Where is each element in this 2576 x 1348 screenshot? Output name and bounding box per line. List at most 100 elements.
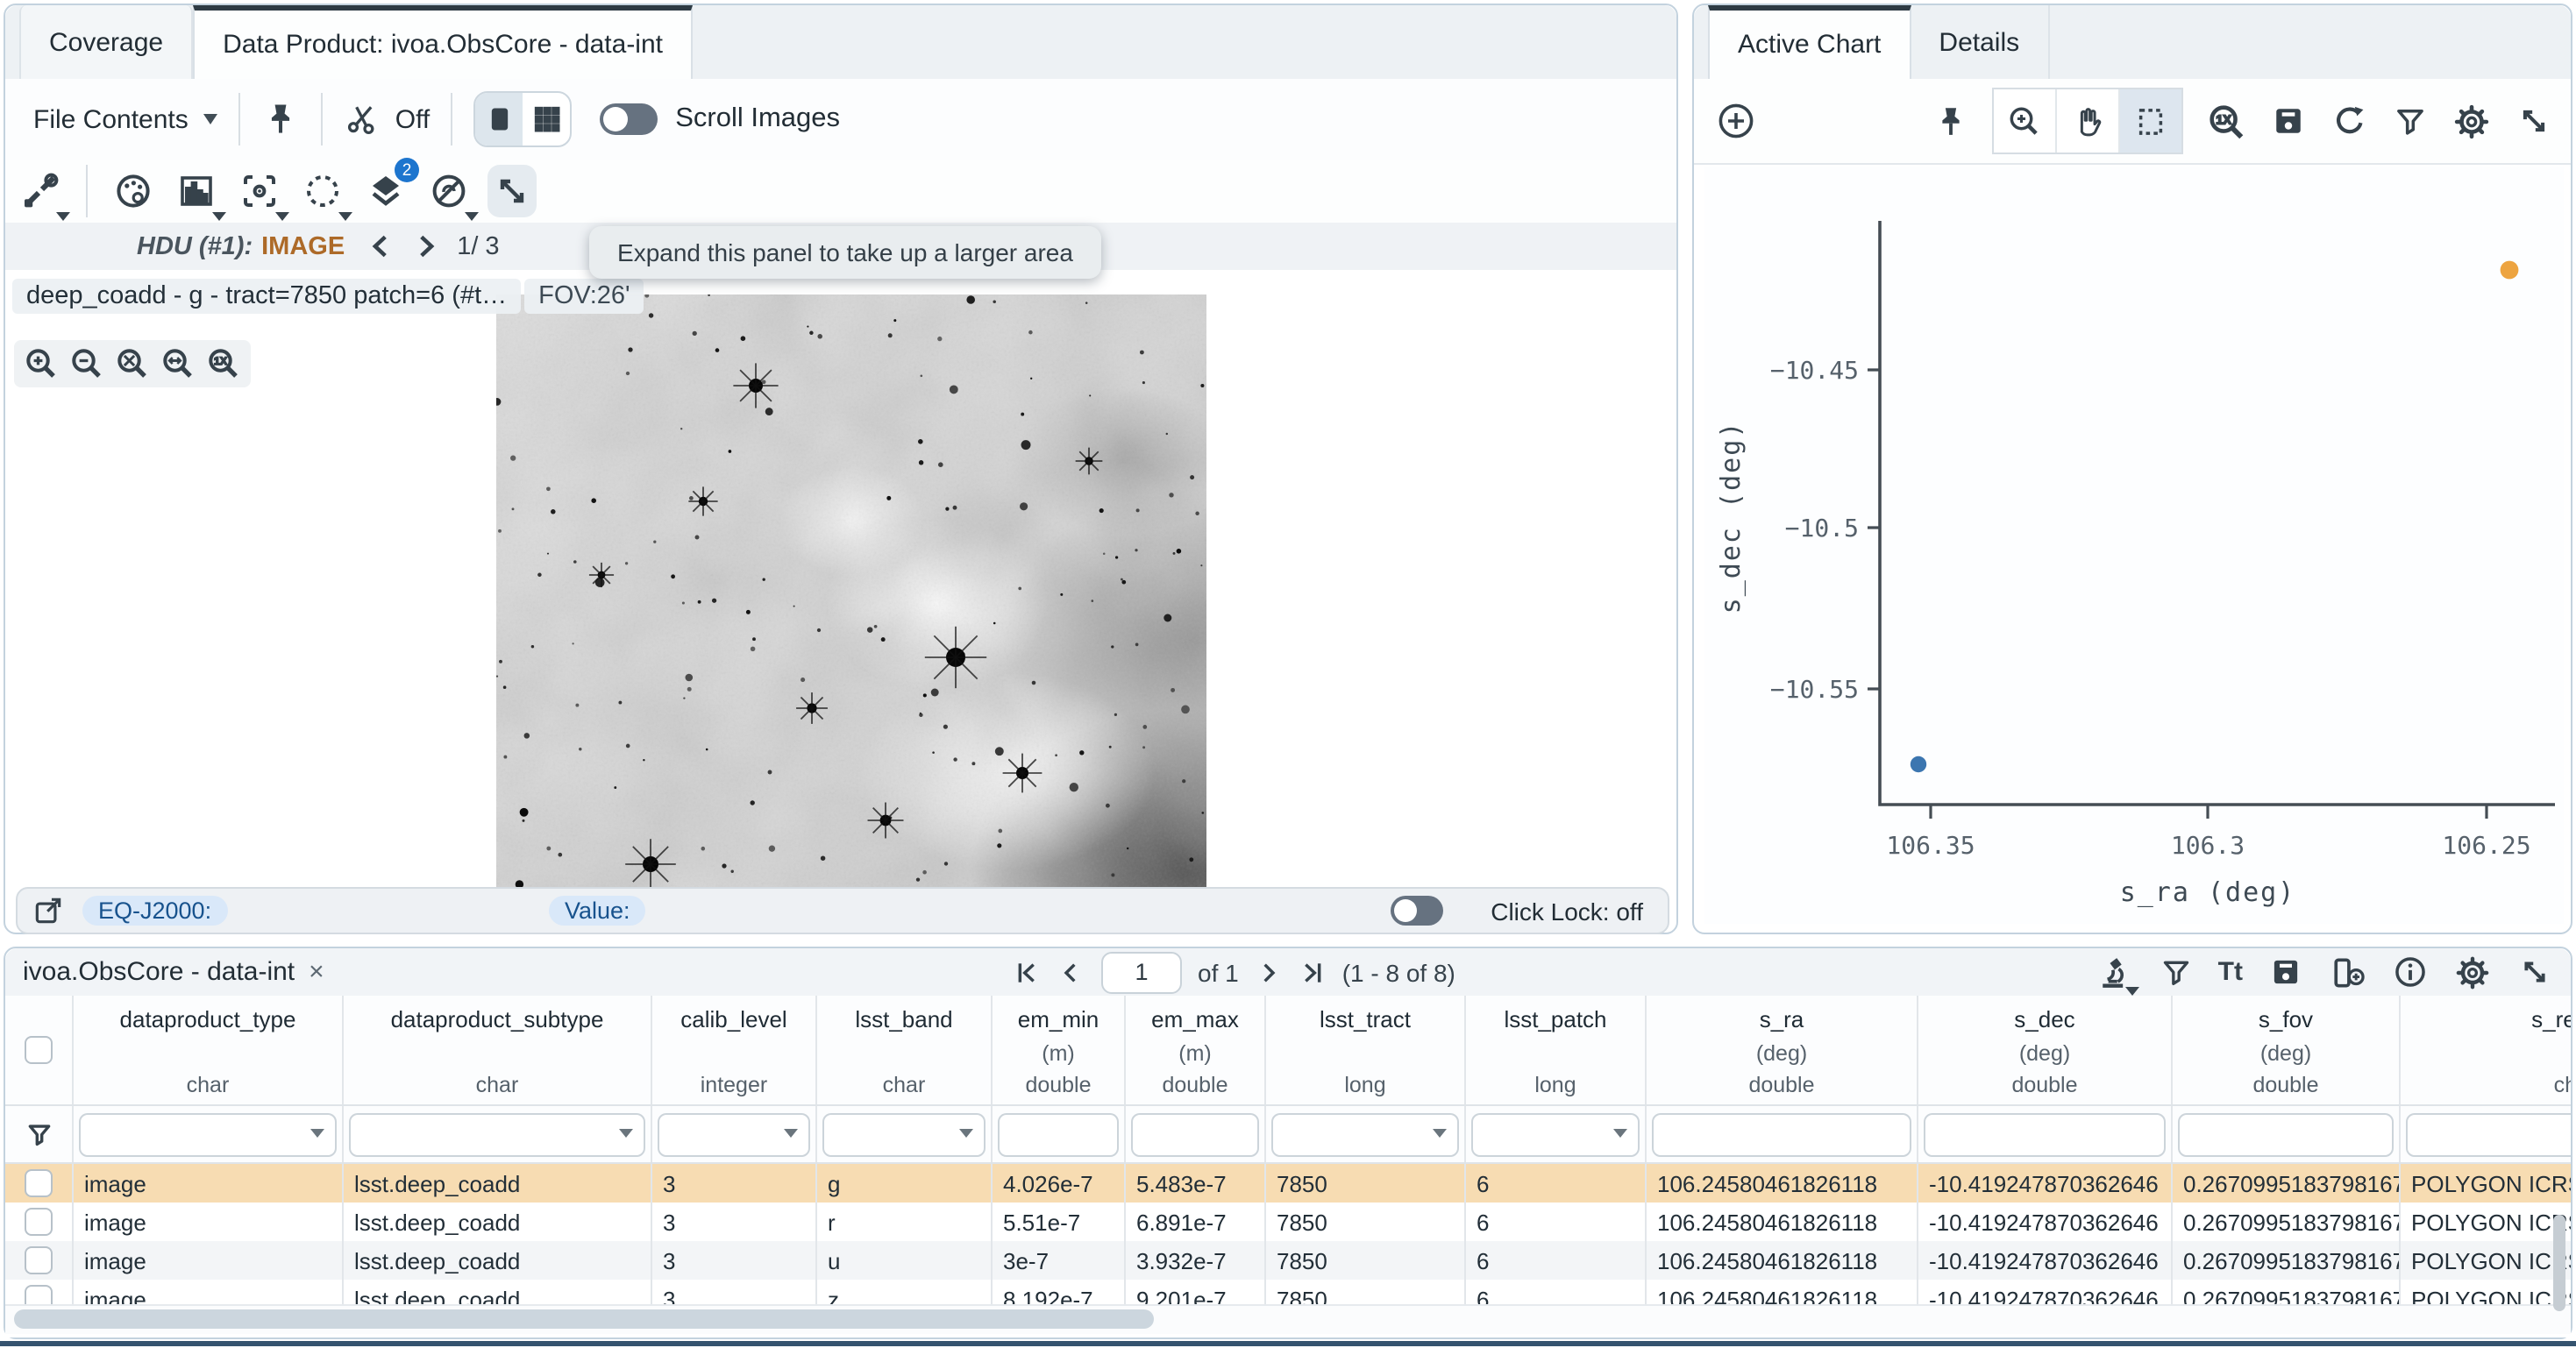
- crop-toggle-button[interactable]: Off: [345, 100, 430, 138]
- chart-pin-button[interactable]: [1932, 103, 1969, 139]
- filter-funnel-cell[interactable]: [5, 1106, 74, 1162]
- row-checkbox[interactable]: [25, 1208, 53, 1236]
- table-save-button[interactable]: [2267, 954, 2304, 990]
- column-header-dataproduct_type[interactable]: dataproduct_type char: [74, 996, 344, 1104]
- popout-readout-button[interactable]: [32, 894, 65, 927]
- select-all-cell[interactable]: [5, 996, 74, 1104]
- tools-button[interactable]: [16, 165, 65, 217]
- filter-select-dataproduct_subtype[interactable]: [349, 1112, 645, 1156]
- column-header-dataproduct_subtype[interactable]: dataproduct_subtype char: [344, 996, 652, 1104]
- filter-select-calib_level[interactable]: [658, 1112, 810, 1156]
- text-view-button[interactable]: Tt: [2218, 957, 2243, 987]
- fits-image-viewport[interactable]: [496, 294, 1206, 890]
- single-view-button[interactable]: [475, 93, 523, 145]
- zoom-1x-button[interactable]: 1X: [205, 345, 242, 382]
- chart-select-mode-button[interactable]: [2120, 89, 2181, 153]
- column-header-lsst_patch[interactable]: lsst_patch long: [1466, 996, 1647, 1104]
- chart-zoom-mode-button[interactable]: [1994, 89, 2057, 153]
- add-column-button[interactable]: [2329, 953, 2367, 991]
- tab-data-product[interactable]: Data Product: ivoa.ObsCore - data-int: [193, 5, 693, 79]
- first-page-button[interactable]: [1014, 958, 1042, 986]
- chart-pan-mode-button[interactable]: [2057, 89, 2120, 153]
- chart-refresh-button[interactable]: [2330, 102, 2369, 140]
- prev-page-button[interactable]: [1057, 958, 1085, 986]
- data-point-orange[interactable]: [2501, 261, 2519, 280]
- filter-input-s_ra[interactable]: [1652, 1112, 1911, 1156]
- table-settings-button[interactable]: [2453, 953, 2492, 991]
- chart-filter-button[interactable]: [2392, 103, 2429, 139]
- chart-expand-button[interactable]: [2515, 102, 2553, 140]
- cell-dataproduct_type: image: [74, 1241, 344, 1280]
- tab-coverage[interactable]: Coverage: [19, 5, 193, 79]
- data-point-blue[interactable]: [1911, 756, 1926, 772]
- scatter-chart[interactable]: −10.45 −10.5 −10.55 106.35 106.3 106.25 …: [1704, 167, 2564, 924]
- tab-details[interactable]: Details: [1911, 5, 2049, 79]
- table-row[interactable]: imagelsst.deep_coadd3r5.51e-76.891e-7785…: [5, 1203, 2571, 1241]
- row-select-cell[interactable]: [5, 1164, 74, 1203]
- hdu-prev-button[interactable]: [366, 231, 395, 261]
- chart-save-button[interactable]: [2269, 102, 2308, 140]
- table-tab-label[interactable]: ivoa.ObsCore - data-int: [23, 957, 295, 987]
- column-header-em_max[interactable]: em_max(m)double: [1126, 996, 1266, 1104]
- column-header-calib_level[interactable]: calib_level integer: [652, 996, 817, 1104]
- grid-view-button[interactable]: [523, 93, 570, 145]
- last-page-button[interactable]: [1299, 958, 1327, 986]
- pin-button[interactable]: [262, 100, 301, 138]
- row-checkbox[interactable]: [25, 1169, 53, 1197]
- add-chart-button[interactable]: [1715, 100, 1757, 142]
- coord-readout-label[interactable]: EQ-J2000:: [82, 896, 227, 926]
- table-expand-button[interactable]: [2516, 954, 2553, 990]
- row-select-cell[interactable]: [5, 1203, 74, 1241]
- next-page-button[interactable]: [1255, 958, 1283, 986]
- filter-select-lsst_tract[interactable]: [1271, 1112, 1459, 1156]
- column-header-s_region[interactable]: s_region char: [2401, 996, 2571, 1104]
- color-table-button[interactable]: [109, 165, 158, 217]
- recenter-button[interactable]: [235, 165, 284, 217]
- row-select-cell[interactable]: [5, 1241, 74, 1280]
- select-region-button[interactable]: [298, 165, 347, 217]
- wcs-unlock-button[interactable]: [424, 165, 473, 217]
- zoom-in-button[interactable]: [23, 345, 60, 382]
- close-icon[interactable]: ×: [309, 957, 324, 987]
- data-product-button[interactable]: [2096, 953, 2134, 991]
- chart-restore-zoom-button[interactable]: 1X: [2206, 101, 2246, 141]
- click-lock-toggle[interactable]: [1391, 896, 1443, 926]
- filter-select-dataproduct_type[interactable]: [79, 1112, 337, 1156]
- chevron-right-icon: [1255, 958, 1283, 986]
- expand-panel-button[interactable]: [487, 165, 537, 217]
- select-all-checkbox[interactable]: [25, 1036, 53, 1064]
- table-filter-button[interactable]: [2159, 954, 2194, 990]
- layers-button[interactable]: 2: [361, 165, 410, 217]
- file-contents-dropdown[interactable]: File Contents: [33, 104, 218, 134]
- column-header-s_dec[interactable]: s_dec(deg)double: [1918, 996, 2173, 1104]
- filter-select-lsst_patch[interactable]: [1471, 1112, 1640, 1156]
- column-header-lsst_band[interactable]: lsst_band char: [817, 996, 993, 1104]
- chart-settings-button[interactable]: [2451, 101, 2492, 141]
- filter-input-em_max[interactable]: [1131, 1112, 1259, 1156]
- filter-input-s_region[interactable]: [2406, 1112, 2571, 1156]
- value-readout-label[interactable]: Value:: [549, 896, 646, 926]
- filter-select-lsst_band[interactable]: [822, 1112, 986, 1156]
- horizontal-scrollbar[interactable]: [5, 1304, 2571, 1334]
- scroll-images-toggle[interactable]: Scroll Images: [600, 103, 840, 135]
- table-row[interactable]: imagelsst.deep_coadd3g4.026e-75.483e-778…: [5, 1164, 2571, 1203]
- column-header-s_fov[interactable]: s_fov(deg)double: [2173, 996, 2401, 1104]
- table-info-button[interactable]: [2392, 954, 2429, 990]
- column-header-em_min[interactable]: em_min(m)double: [993, 996, 1126, 1104]
- filter-input-s_fov[interactable]: [2178, 1112, 2394, 1156]
- page-input[interactable]: [1101, 951, 1182, 993]
- table-row[interactable]: imagelsst.deep_coadd3u3e-73.932e-7785061…: [5, 1241, 2571, 1280]
- row-checkbox[interactable]: [25, 1246, 53, 1274]
- filter-input-em_min[interactable]: [998, 1112, 1119, 1156]
- tab-active-chart[interactable]: Active Chart: [1708, 5, 1911, 79]
- horizontal-scrollbar-thumb[interactable]: [14, 1309, 1154, 1329]
- zoom-out-button[interactable]: [68, 345, 105, 382]
- zoom-fit-button[interactable]: [114, 345, 151, 382]
- zoom-fill-button[interactable]: [160, 345, 196, 382]
- vertical-scrollbar[interactable]: [2553, 1215, 2565, 1311]
- stretch-button[interactable]: [172, 165, 221, 217]
- column-header-lsst_tract[interactable]: lsst_tract long: [1266, 996, 1466, 1104]
- hdu-next-button[interactable]: [409, 231, 439, 261]
- filter-input-s_dec[interactable]: [1924, 1112, 2166, 1156]
- column-header-s_ra[interactable]: s_ra(deg)double: [1647, 996, 1918, 1104]
